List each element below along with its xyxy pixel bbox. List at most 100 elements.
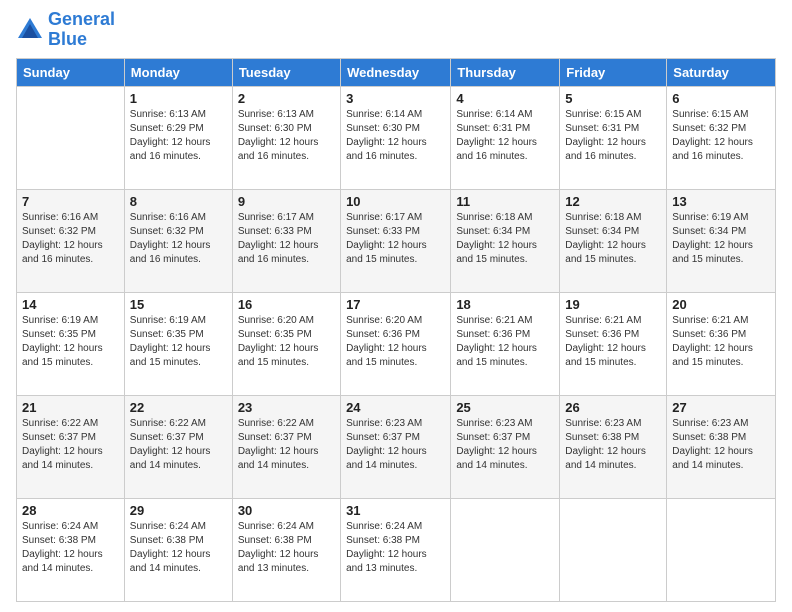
calendar-cell bbox=[667, 498, 776, 601]
week-row-5: 28Sunrise: 6:24 AMSunset: 6:38 PMDayligh… bbox=[17, 498, 776, 601]
col-header-wednesday: Wednesday bbox=[341, 58, 451, 86]
day-number: 13 bbox=[672, 194, 770, 209]
day-number: 4 bbox=[456, 91, 554, 106]
calendar-cell: 22Sunrise: 6:22 AMSunset: 6:37 PMDayligh… bbox=[124, 395, 232, 498]
day-info: Sunrise: 6:13 AMSunset: 6:30 PMDaylight:… bbox=[238, 108, 335, 164]
calendar-cell: 15 Sunrise: 6:19 AMSunset: 6:35 PMDayligh… bbox=[124, 292, 232, 395]
day-number: 30 bbox=[238, 503, 335, 518]
calendar-cell: 29 Sunrise: 6:24 AMSunset: 6:38 PMDayligh… bbox=[124, 498, 232, 601]
col-header-tuesday: Tuesday bbox=[232, 58, 340, 86]
calendar-cell: 10 Sunrise: 6:17 AMSunset: 6:33 PMDayligh… bbox=[341, 189, 451, 292]
day-info: Sunrise: 6:16 AMSunset: 6:32 PMDaylight:… bbox=[22, 211, 119, 267]
day-number: 5 bbox=[565, 91, 661, 106]
day-info: Sunrise: 6:19 AMSunset: 6:35 PMDaylight:… bbox=[130, 314, 227, 370]
day-info: Sunrise: 6:13 AMSunset: 6:29 PMDaylight:… bbox=[130, 108, 227, 164]
calendar-cell: 2 Sunrise: 6:13 AMSunset: 6:30 PMDaylight… bbox=[232, 86, 340, 189]
day-info: Sunrise: 6:21 AMSunset: 6:36 PMDaylight:… bbox=[672, 314, 770, 370]
week-row-2: 7 Sunrise: 6:16 AMSunset: 6:32 PMDaylight… bbox=[17, 189, 776, 292]
day-info: Sunrise: 6:23 AMSunset: 6:38 PMDaylight:… bbox=[565, 417, 661, 473]
day-number: 31 bbox=[346, 503, 445, 518]
day-info: Sunrise: 6:23 AMSunset: 6:37 PMDaylight:… bbox=[456, 417, 554, 473]
week-row-4: 21 Sunrise: 6:22 AMSunset: 6:37 PMDayligh… bbox=[17, 395, 776, 498]
header-row: SundayMondayTuesdayWednesdayThursdayFrid… bbox=[17, 58, 776, 86]
day-number: 2 bbox=[238, 91, 335, 106]
week-row-1: 1 Sunrise: 6:13 AMSunset: 6:29 PMDaylight… bbox=[17, 86, 776, 189]
day-info: Sunrise: 6:19 AMSunset: 6:34 PMDaylight:… bbox=[672, 211, 770, 267]
calendar-cell bbox=[560, 498, 667, 601]
day-info: Sunrise: 6:23 AMSunset: 6:37 PMDaylight:… bbox=[346, 417, 445, 473]
logo: General Blue bbox=[16, 10, 115, 50]
day-number: 9 bbox=[238, 194, 335, 209]
day-info: Sunrise: 6:24 AMSunset: 6:38 PMDaylight:… bbox=[238, 520, 335, 576]
day-info: Sunrise: 6:22 AMSunset: 6:37 PMDaylight:… bbox=[22, 417, 119, 473]
calendar-cell: 1 Sunrise: 6:13 AMSunset: 6:29 PMDaylight… bbox=[124, 86, 232, 189]
day-number: 6 bbox=[672, 91, 770, 106]
calendar-cell bbox=[451, 498, 560, 601]
calendar-cell: 20 Sunrise: 6:21 AMSunset: 6:36 PMDayligh… bbox=[667, 292, 776, 395]
day-number: 3 bbox=[346, 91, 445, 106]
calendar-cell: 31 Sunrise: 6:24 AMSunset: 6:38 PMDayligh… bbox=[341, 498, 451, 601]
calendar-cell: 11 Sunrise: 6:18 AMSunset: 6:34 PMDayligh… bbox=[451, 189, 560, 292]
calendar-cell: 14 Sunrise: 6:19 AMSunset: 6:35 PMDayligh… bbox=[17, 292, 125, 395]
calendar-cell: 5 Sunrise: 6:15 AMSunset: 6:31 PMDaylight… bbox=[560, 86, 667, 189]
day-info: Sunrise: 6:15 AMSunset: 6:31 PMDaylight:… bbox=[565, 108, 661, 164]
day-number: 25 bbox=[456, 400, 554, 415]
calendar-cell: 8 Sunrise: 6:16 AMSunset: 6:32 PMDaylight… bbox=[124, 189, 232, 292]
day-info: Sunrise: 6:21 AMSunset: 6:36 PMDaylight:… bbox=[456, 314, 554, 370]
col-header-thursday: Thursday bbox=[451, 58, 560, 86]
calendar-cell: 16 Sunrise: 6:20 AMSunset: 6:35 PMDayligh… bbox=[232, 292, 340, 395]
day-info: Sunrise: 6:16 AMSunset: 6:32 PMDaylight:… bbox=[130, 211, 227, 267]
day-number: 18 bbox=[456, 297, 554, 312]
day-number: 22 bbox=[130, 400, 227, 415]
day-number: 15 bbox=[130, 297, 227, 312]
calendar-cell: 21 Sunrise: 6:22 AMSunset: 6:37 PMDayligh… bbox=[17, 395, 125, 498]
day-number: 12 bbox=[565, 194, 661, 209]
calendar-cell: 13 Sunrise: 6:19 AMSunset: 6:34 PMDayligh… bbox=[667, 189, 776, 292]
day-info: Sunrise: 6:19 AMSunset: 6:35 PMDaylight:… bbox=[22, 314, 119, 370]
day-number: 20 bbox=[672, 297, 770, 312]
day-number: 26 bbox=[565, 400, 661, 415]
day-number: 10 bbox=[346, 194, 445, 209]
day-number: 27 bbox=[672, 400, 770, 415]
day-number: 8 bbox=[130, 194, 227, 209]
calendar-cell: 9 Sunrise: 6:17 AMSunset: 6:33 PMDaylight… bbox=[232, 189, 340, 292]
calendar-cell: 30 Sunrise: 6:24 AMSunset: 6:38 PMDayligh… bbox=[232, 498, 340, 601]
col-header-monday: Monday bbox=[124, 58, 232, 86]
day-number: 16 bbox=[238, 297, 335, 312]
day-number: 14 bbox=[22, 297, 119, 312]
page: General Blue SundayMondayTuesdayWednesda… bbox=[0, 0, 792, 612]
day-number: 23 bbox=[238, 400, 335, 415]
day-info: Sunrise: 6:24 AMSunset: 6:38 PMDaylight:… bbox=[130, 520, 227, 576]
day-number: 1 bbox=[130, 91, 227, 106]
calendar-table: SundayMondayTuesdayWednesdayThursdayFrid… bbox=[16, 58, 776, 602]
calendar-cell: 19 Sunrise: 6:21 AMSunset: 6:36 PMDayligh… bbox=[560, 292, 667, 395]
calendar-cell: 26 Sunrise: 6:23 AMSunset: 6:38 PMDayligh… bbox=[560, 395, 667, 498]
day-info: Sunrise: 6:20 AMSunset: 6:36 PMDaylight:… bbox=[346, 314, 445, 370]
day-number: 17 bbox=[346, 297, 445, 312]
day-info: Sunrise: 6:20 AMSunset: 6:35 PMDaylight:… bbox=[238, 314, 335, 370]
day-info: Sunrise: 6:23 AMSunset: 6:38 PMDaylight:… bbox=[672, 417, 770, 473]
calendar-cell: 18 Sunrise: 6:21 AMSunset: 6:36 PMDayligh… bbox=[451, 292, 560, 395]
week-row-3: 14 Sunrise: 6:19 AMSunset: 6:35 PMDayligh… bbox=[17, 292, 776, 395]
calendar-cell: 24Sunrise: 6:23 AMSunset: 6:37 PMDayligh… bbox=[341, 395, 451, 498]
day-info: Sunrise: 6:17 AMSunset: 6:33 PMDaylight:… bbox=[238, 211, 335, 267]
day-info: Sunrise: 6:17 AMSunset: 6:33 PMDaylight:… bbox=[346, 211, 445, 267]
day-number: 29 bbox=[130, 503, 227, 518]
day-number: 7 bbox=[22, 194, 119, 209]
day-number: 21 bbox=[22, 400, 119, 415]
calendar-cell: 25 Sunrise: 6:23 AMSunset: 6:37 PMDayligh… bbox=[451, 395, 560, 498]
day-info: Sunrise: 6:21 AMSunset: 6:36 PMDaylight:… bbox=[565, 314, 661, 370]
calendar-cell: 6Sunrise: 6:15 AMSunset: 6:32 PMDaylight… bbox=[667, 86, 776, 189]
calendar-cell: 27 Sunrise: 6:23 AMSunset: 6:38 PMDayligh… bbox=[667, 395, 776, 498]
day-info: Sunrise: 6:24 AMSunset: 6:38 PMDaylight:… bbox=[22, 520, 119, 576]
header: General Blue bbox=[16, 10, 776, 50]
calendar-cell: 23Sunrise: 6:22 AMSunset: 6:37 PMDayligh… bbox=[232, 395, 340, 498]
day-number: 11 bbox=[456, 194, 554, 209]
day-info: Sunrise: 6:18 AMSunset: 6:34 PMDaylight:… bbox=[456, 211, 554, 267]
day-info: Sunrise: 6:24 AMSunset: 6:38 PMDaylight:… bbox=[346, 520, 445, 576]
calendar-cell: 7 Sunrise: 6:16 AMSunset: 6:32 PMDaylight… bbox=[17, 189, 125, 292]
col-header-saturday: Saturday bbox=[667, 58, 776, 86]
calendar-cell: 4Sunrise: 6:14 AMSunset: 6:31 PMDaylight… bbox=[451, 86, 560, 189]
logo-text: General Blue bbox=[48, 10, 115, 50]
day-number: 19 bbox=[565, 297, 661, 312]
